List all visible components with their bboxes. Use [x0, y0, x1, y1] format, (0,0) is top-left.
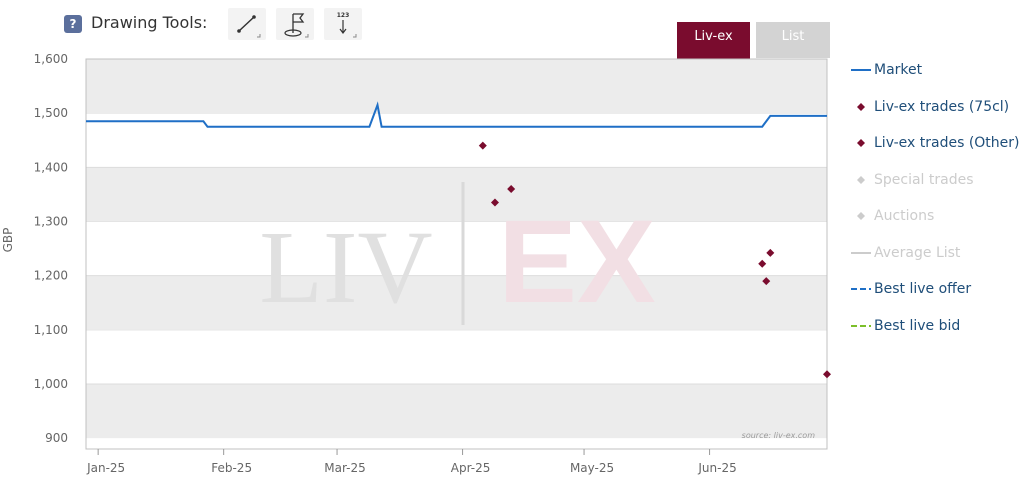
legend-label: Average List — [874, 244, 961, 261]
legend-label: Auctions — [874, 208, 935, 224]
legend-marker — [851, 288, 871, 290]
legend-marker — [857, 212, 865, 220]
trade-point[interactable] — [823, 370, 831, 379]
plot-band — [86, 59, 827, 114]
legend-marker — [857, 102, 865, 111]
y-tick-label: 1,200 — [34, 269, 68, 283]
watermark-liv: LIV — [259, 210, 432, 325]
plot-band — [86, 167, 827, 222]
x-tick-label: Apr-25 — [451, 461, 491, 475]
legend-marker — [851, 251, 871, 254]
x-tick-label: Feb-25 — [211, 461, 252, 475]
legend-label: Liv-ex trades (Other) — [874, 135, 1020, 151]
x-tick-label: Jun-25 — [697, 461, 736, 475]
y-tick-label: 1,600 — [34, 52, 68, 66]
trade-point[interactable] — [478, 141, 487, 150]
legend-marker — [851, 324, 871, 327]
legend-label: Liv-ex trades (75cl) — [874, 98, 1010, 115]
legend-label: Market — [874, 62, 923, 78]
y-axis: 900 1,000 1,100 1,200 1,300 1,400 1,500 1,600 — [34, 52, 68, 445]
legend-label: Special trades — [874, 171, 974, 188]
x-tick-label: Mar-25 — [324, 461, 365, 475]
source-note: source: liv-ex.com — [742, 431, 816, 440]
y-axis-label: GBP — [1, 228, 15, 253]
x-tick-label: May-25 — [570, 461, 614, 475]
y-tick-label: 1,500 — [34, 106, 68, 120]
trade-point[interactable] — [766, 248, 775, 257]
x-tick-label: Jan-25 — [86, 461, 125, 475]
legend-marker — [851, 69, 871, 71]
y-tick-label: 1,100 — [34, 323, 68, 337]
watermark-ex: EX — [498, 196, 655, 328]
trade-point[interactable] — [758, 259, 767, 268]
series-layer — [86, 101, 831, 379]
plot-band — [86, 275, 827, 330]
y-tick-label: 1,300 — [34, 215, 68, 229]
y-tick-label: 1,000 — [34, 377, 68, 391]
legend-marker — [857, 175, 865, 184]
legend-marker — [857, 139, 865, 147]
legend-label: Best live offer — [874, 281, 972, 297]
y-tick-label: 1,400 — [34, 160, 68, 174]
x-axis: Jan-25 Feb-25 Mar-25 Apr-25 May-25 Jun-25 — [86, 449, 737, 475]
plot-bands — [86, 58, 827, 439]
legend-label: Best live bid — [874, 317, 961, 334]
plot-band — [86, 384, 827, 439]
y-tick-label: 900 — [45, 431, 68, 445]
